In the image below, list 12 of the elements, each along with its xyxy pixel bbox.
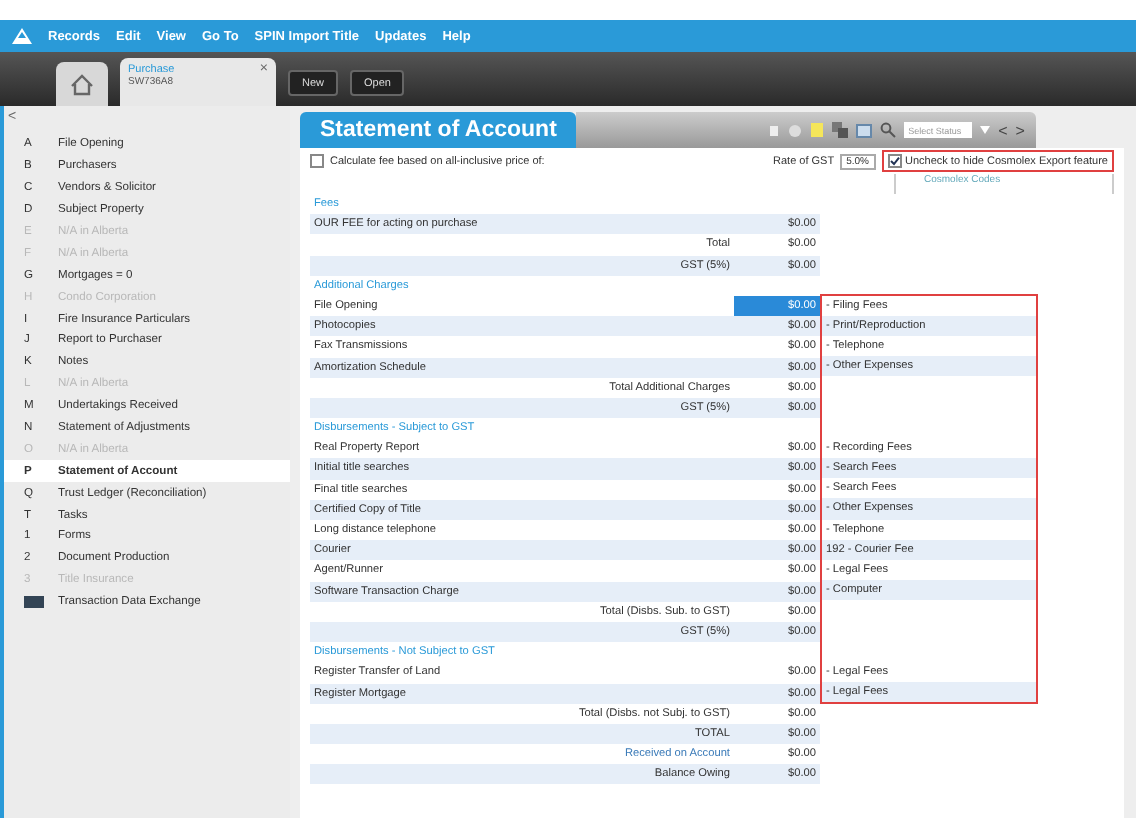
home-tab[interactable] xyxy=(56,62,108,106)
checkbox[interactable] xyxy=(310,154,324,168)
nav-button[interactable]: > xyxy=(1015,121,1025,139)
logo-icon xyxy=(12,28,32,44)
check-icon xyxy=(889,156,899,166)
caret-icon[interactable] xyxy=(980,126,991,134)
note-icon[interactable] xyxy=(810,122,825,138)
nav-button[interactable]: < xyxy=(998,121,1008,139)
copy-icon[interactable] xyxy=(832,122,849,138)
page-title: Statement of Account xyxy=(300,112,577,148)
search-icon[interactable] xyxy=(880,122,897,138)
home-icon[interactable] xyxy=(70,73,94,95)
